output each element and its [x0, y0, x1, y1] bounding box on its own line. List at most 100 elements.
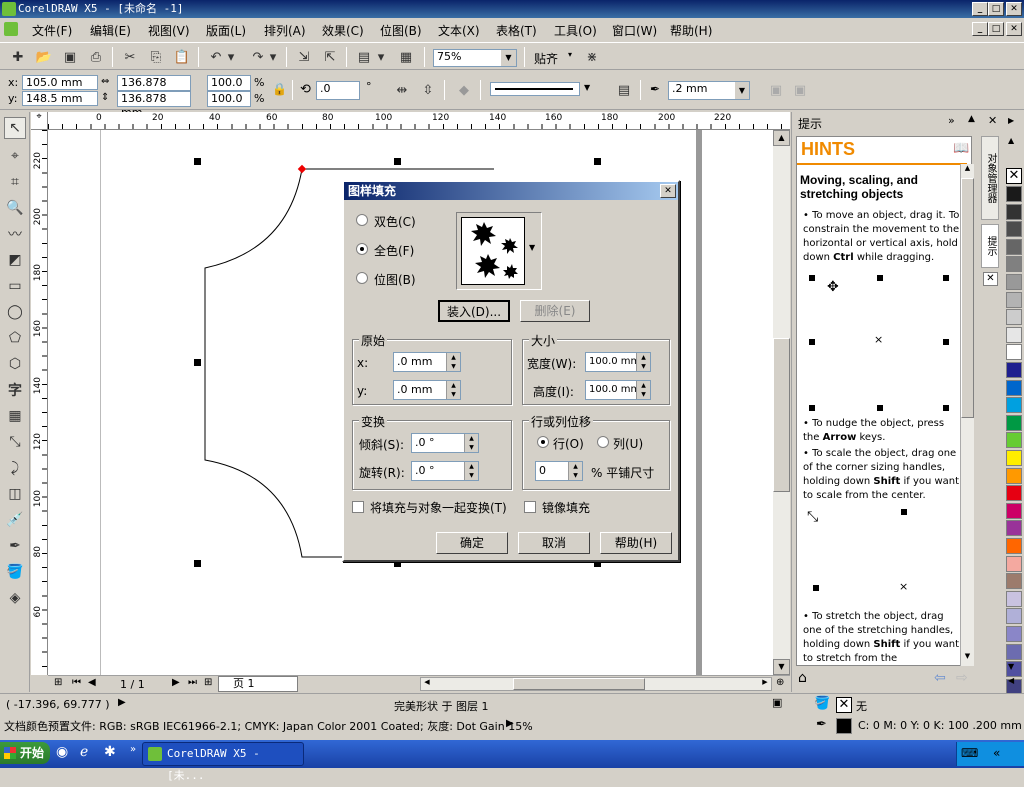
color-swatch[interactable] — [1006, 274, 1022, 290]
scale-width-field[interactable]: 100.0 — [207, 75, 251, 91]
full-color-radio[interactable] — [356, 243, 368, 255]
smart-fill-icon[interactable]: ◩ — [4, 249, 26, 271]
open-icon[interactable]: 📂 — [34, 47, 54, 67]
lock-ratio-icon[interactable]: 🔒 — [272, 82, 287, 96]
copy-icon[interactable]: ⎘ — [146, 47, 166, 67]
scale-height-field[interactable]: 100.0 — [207, 91, 251, 107]
tab-hints[interactable]: 提示 — [981, 224, 999, 268]
outline-color-swatch[interactable] — [836, 718, 852, 734]
color-swatch[interactable] — [1006, 379, 1022, 396]
outline-end-icon[interactable]: ▤ — [614, 80, 634, 100]
origin-x-field[interactable]: .0 mm ▲ ▼ — [393, 352, 461, 372]
color-swatch[interactable] — [1006, 502, 1022, 519]
no-color-swatch[interactable]: ✕ — [1006, 168, 1022, 184]
connector-tool-icon[interactable]: ⤸ — [4, 457, 26, 479]
ie-icon[interactable]: ℯ — [80, 744, 88, 760]
horizontal-ruler[interactable]: 0 20 40 60 80 100 120 140 160 180 200 22… — [48, 112, 790, 130]
status-arrow-icon[interactable]: ▶ — [118, 697, 126, 708]
two-color-radio[interactable] — [356, 214, 368, 226]
navigator-icon[interactable]: ⊕ — [776, 677, 784, 688]
profile-arrow-icon[interactable]: ▶ — [506, 718, 514, 729]
bitmap-radio[interactable] — [356, 272, 368, 284]
tray-expand-icon[interactable]: « — [993, 746, 1000, 760]
pick-tool-icon[interactable]: ↖ — [4, 117, 26, 139]
dialog-close-icon[interactable]: ✕ — [660, 184, 676, 198]
add-page-icon[interactable]: ⊞ — [54, 677, 62, 688]
selection-handle[interactable] — [194, 158, 201, 165]
color-swatch[interactable] — [1006, 344, 1022, 361]
save-icon[interactable]: ▣ — [60, 47, 80, 67]
outline-width-dropdown-icon[interactable]: ▼ — [735, 82, 749, 99]
last-page-icon[interactable]: ⏭ — [188, 677, 197, 688]
fill-tool-icon[interactable]: 🪣 — [4, 561, 26, 583]
selection-handle[interactable] — [594, 158, 601, 165]
color-swatch[interactable] — [1006, 186, 1022, 202]
back-icon[interactable]: ⇦ — [934, 670, 946, 686]
minimize-button[interactable]: _ — [972, 2, 988, 16]
color-swatch[interactable] — [1006, 485, 1022, 502]
color-swatch[interactable] — [1006, 309, 1022, 326]
quicklaunch-more-icon[interactable]: » — [130, 744, 136, 755]
rotate-field[interactable]: .0 ° ▲ ▼ — [411, 461, 479, 481]
prev-page-icon[interactable]: ◀ — [88, 677, 96, 688]
chevron-down-icon[interactable]: ▼ — [501, 50, 516, 66]
object-width-field[interactable]: 136.878 mm — [117, 75, 191, 103]
basic-shapes-icon[interactable]: ⬡ — [4, 353, 26, 375]
color-swatch[interactable] — [1006, 256, 1022, 273]
menu-bitmaps[interactable]: 位图(B) — [380, 22, 422, 39]
ruler-origin[interactable]: ⌖ — [31, 112, 48, 130]
origin-y-field[interactable]: .0 mm ▲ ▼ — [393, 380, 461, 400]
color-swatch[interactable] — [1006, 573, 1022, 590]
menu-file[interactable]: 文件(F) — [32, 22, 72, 39]
app-launcher-icon[interactable]: ▤ — [354, 47, 374, 67]
add-page-after-icon[interactable]: ⊞ — [204, 677, 212, 688]
color-swatch[interactable] — [1006, 397, 1022, 414]
palette-expand-icon[interactable]: ◀ — [1008, 676, 1014, 685]
shape-tool-icon[interactable]: ⌖ — [4, 145, 26, 167]
color-swatch[interactable] — [1006, 450, 1022, 466]
selection-handle[interactable] — [394, 158, 401, 165]
scroll-right-icon[interactable]: ▶ — [759, 678, 771, 690]
menu-layout[interactable]: 版面(L) — [206, 22, 246, 39]
forward-icon[interactable]: ⇨ — [956, 670, 968, 686]
color-swatch[interactable] — [1006, 590, 1022, 607]
dimension-tool-icon[interactable]: ⤡ — [4, 431, 26, 453]
fill-none-swatch[interactable]: ✕ — [836, 697, 852, 713]
palette-scroll-up-icon-2[interactable]: ▲ — [1008, 136, 1014, 145]
canvas-horizontal-scrollbar[interactable]: ◀ ▶ — [420, 677, 772, 691]
zoom-select[interactable]: 75% ▼ — [433, 49, 517, 67]
corel-quick-icon[interactable]: ✱ — [104, 744, 116, 760]
crop-tool-icon[interactable]: ⌗ — [4, 171, 26, 193]
book-icon[interactable]: 📖 — [953, 141, 969, 156]
outline-dropdown-icon[interactable]: ▼ — [584, 83, 590, 92]
load-button[interactable]: 装入(D)... — [438, 300, 510, 322]
doc-minimize-button[interactable]: _ — [972, 22, 988, 36]
pattern-preview[interactable]: ▼ — [456, 212, 542, 290]
import-icon[interactable]: ⇲ — [294, 47, 314, 67]
scroll-down-icon[interactable]: ▼ — [773, 659, 790, 675]
page-tab[interactable]: 页 1 — [218, 676, 298, 692]
menu-edit[interactable]: 编辑(E) — [90, 22, 131, 39]
ellipse-tool-icon[interactable]: ◯ — [4, 301, 26, 323]
row-offset-radio[interactable] — [537, 436, 549, 448]
new-icon[interactable]: ✚ — [8, 47, 28, 67]
scroll-up-icon[interactable]: ▲ — [773, 130, 790, 146]
eyedropper-tool-icon[interactable]: 💉 — [4, 509, 26, 531]
snap-dropdown-icon[interactable]: ▾ — [568, 50, 572, 59]
palette-scroll-down-icon[interactable]: ▼ — [1008, 662, 1014, 671]
export-icon[interactable]: ⇱ — [320, 47, 340, 67]
color-swatch[interactable] — [1006, 538, 1022, 554]
print-icon[interactable]: ⎙ — [86, 47, 106, 67]
color-swatch[interactable] — [1006, 238, 1022, 255]
cut-icon[interactable]: ✂ — [120, 47, 140, 67]
redo-icon[interactable]: ↷ — [248, 47, 268, 67]
doc-close-button[interactable]: ✕ — [1006, 22, 1022, 36]
hints-scroll-thumb[interactable] — [961, 178, 974, 418]
color-swatch[interactable] — [1006, 326, 1022, 343]
welcome-screen-icon[interactable]: ▦ — [396, 47, 416, 67]
object-height-field[interactable]: 136.878 mm — [117, 91, 191, 119]
keyboard-icon[interactable]: ⌨ — [961, 746, 978, 760]
text-tool-icon[interactable]: 字 — [4, 379, 26, 401]
menu-text[interactable]: 文本(X) — [438, 22, 480, 39]
y-position-field[interactable]: 148.5 mm — [22, 91, 98, 106]
